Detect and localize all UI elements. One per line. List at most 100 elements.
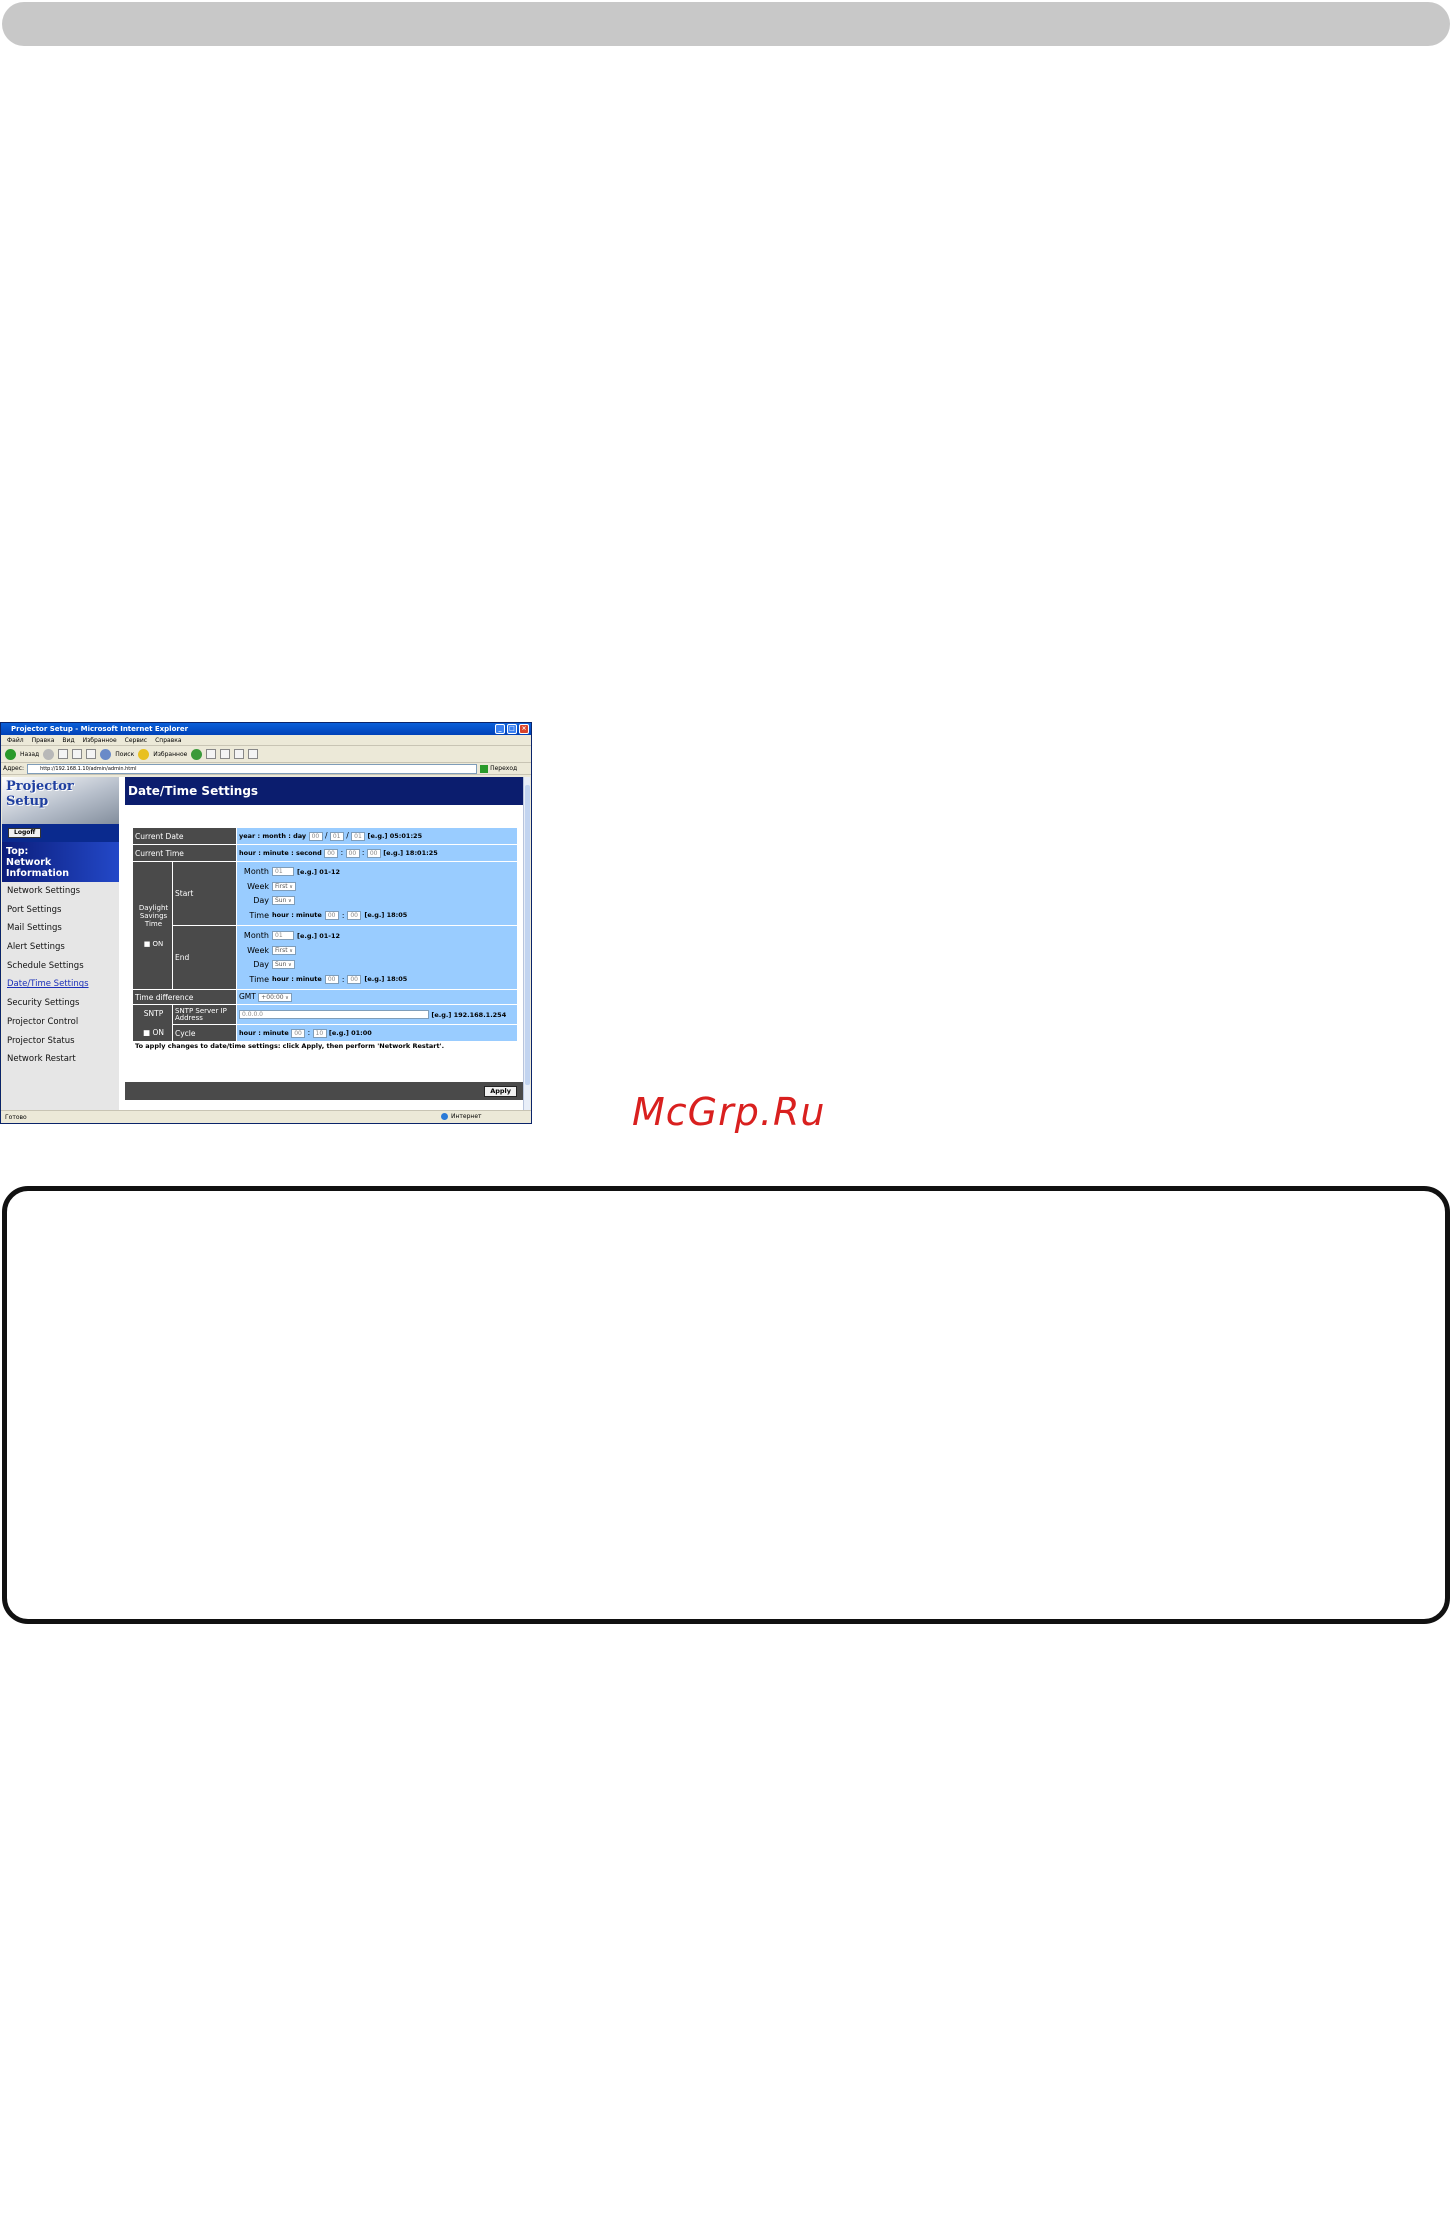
start-time-hour-input[interactable]: 00 <box>324 910 339 920</box>
sntp-on-checkbox[interactable]: ■ ON <box>135 1028 172 1037</box>
mail-icon[interactable] <box>206 749 217 759</box>
favorites-label[interactable]: Избранное <box>153 751 187 758</box>
watermark: McGrp.Ru <box>632 1090 826 1134</box>
zone-indicator: Интернет <box>441 1113 482 1120</box>
menu-bar: Файл Правка Вид Избранное Сервис Справка <box>1 735 531 746</box>
menu-tools[interactable]: Сервис <box>125 735 147 745</box>
sidebar-item-port-settings[interactable]: Port Settings <box>2 901 119 920</box>
forward-icon[interactable] <box>43 748 55 760</box>
end-month-input[interactable]: 01 <box>272 931 294 941</box>
end-week-select[interactable]: First <box>272 945 296 955</box>
print-icon[interactable] <box>220 749 231 759</box>
sidebar: Projector Setup Logoff Top: Network Info… <box>2 777 119 1110</box>
sidebar-item-projector-control[interactable]: Projector Control <box>2 1013 119 1032</box>
sidebar-item-schedule-settings[interactable]: Schedule Settings <box>2 957 119 976</box>
current-time-example: [e.g.] 18:01:25 <box>383 849 438 858</box>
top-title-3: Information <box>6 868 70 879</box>
top-title-1: Top: <box>6 846 29 857</box>
history-icon[interactable] <box>191 748 203 760</box>
start-month-label: Month <box>243 867 269 877</box>
sidebar-item-date-time-settings[interactable]: Date/Time Settings <box>2 975 119 994</box>
minimize-button[interactable]: _ <box>495 724 505 734</box>
sntp-label: SNTP <box>143 1009 164 1018</box>
sidebar-item-network-settings[interactable]: Network Settings <box>2 882 119 901</box>
stop-icon[interactable] <box>58 749 69 759</box>
top-network-information-link[interactable]: Top: Network Information <box>2 842 119 882</box>
maximize-button[interactable]: □ <box>507 724 517 734</box>
start-month-input[interactable]: 01 <box>272 867 294 877</box>
page-header-bar <box>2 2 1450 46</box>
go-button[interactable]: Переход <box>480 764 518 773</box>
start-time-minute-input[interactable]: 00 <box>347 910 362 920</box>
cycle-format: hour : minute <box>239 1029 289 1038</box>
menu-file[interactable]: Файл <box>7 735 24 745</box>
browser-window: Projector Setup - Microsoft Internet Exp… <box>0 722 532 1124</box>
scrollbar-thumb[interactable] <box>525 785 530 1085</box>
back-icon[interactable] <box>5 748 16 760</box>
end-time-minute-input[interactable]: 00 <box>347 974 362 984</box>
menu-view[interactable]: Вид <box>62 735 74 745</box>
sidebar-item-mail-settings[interactable]: Mail Settings <box>2 919 119 938</box>
sidebar-item-network-restart[interactable]: Network Restart <box>2 1050 119 1069</box>
zone-text: Интернет <box>451 1113 482 1120</box>
start-week-select[interactable]: First <box>272 881 296 891</box>
vertical-scrollbar[interactable] <box>523 777 530 1110</box>
logo-area: Projector Setup Logoff <box>2 777 119 842</box>
apply-button[interactable]: Apply <box>484 1086 517 1097</box>
go-arrow-icon <box>480 764 489 773</box>
end-day-select[interactable]: Sun <box>272 960 295 970</box>
current-time-minute-input[interactable]: 00 <box>345 848 360 858</box>
search-label[interactable]: Поиск <box>115 751 134 758</box>
end-time-example: [e.g.] 18:05 <box>364 975 408 984</box>
current-time-label: Current Time <box>132 844 237 862</box>
empty-note-frame <box>2 1186 1450 1624</box>
current-time-second-input[interactable]: 00 <box>366 848 381 858</box>
gmt-label: GMT <box>239 992 256 1002</box>
end-week-label: Week <box>247 945 269 955</box>
current-date-year-input[interactable]: 00 <box>308 831 323 841</box>
address-input[interactable]: http://192.168.1.10/admin/admin.html <box>27 763 478 774</box>
folder-icon[interactable] <box>248 749 259 759</box>
search-icon[interactable] <box>100 748 112 760</box>
menu-help[interactable]: Справка <box>155 735 181 745</box>
cycle-row: hour : minute 00 : 10 [e.g.] 01:00 <box>236 1024 518 1042</box>
logo-text: Projector Setup <box>6 779 74 809</box>
window-title: Projector Setup - Microsoft Internet Exp… <box>11 725 189 733</box>
sidebar-nav: Network Settings Port Settings Mail Sett… <box>2 882 119 1069</box>
main-panel: Date/Time Settings Current Date year : m… <box>125 777 523 1110</box>
dst-start-group: Month01[e.g.] 01-12 WeekFirst DaySun Tim… <box>236 861 518 926</box>
cycle-label: Cycle <box>172 1024 237 1042</box>
dst-on-checkbox[interactable]: ■ ON <box>135 940 172 948</box>
current-date-day-input[interactable]: 01 <box>351 831 366 841</box>
sidebar-item-alert-settings[interactable]: Alert Settings <box>2 938 119 957</box>
go-label: Переход <box>490 765 518 772</box>
edit-icon[interactable] <box>234 749 245 759</box>
sidebar-item-projector-status[interactable]: Projector Status <box>2 1032 119 1051</box>
start-time-format: hour : minute <box>272 911 322 920</box>
address-label: Адрес: <box>3 765 25 772</box>
favorites-icon[interactable] <box>138 748 150 760</box>
current-time-hour-input[interactable]: 00 <box>324 848 339 858</box>
cycle-hour-input[interactable]: 00 <box>291 1028 306 1038</box>
menu-edit[interactable]: Правка <box>32 735 55 745</box>
apply-bar: Apply <box>125 1082 523 1100</box>
close-button[interactable]: × <box>519 724 529 734</box>
menu-favorites[interactable]: Избранное <box>83 735 117 745</box>
time-difference-label: Time difference <box>132 989 237 1005</box>
back-label[interactable]: Назад <box>20 751 39 758</box>
logoff-button[interactable]: Logoff <box>8 828 42 838</box>
dst-label: Daylight Savings Time <box>138 903 169 928</box>
cycle-minute-input[interactable]: 10 <box>312 1028 327 1038</box>
end-time-label: Time <box>249 974 269 984</box>
sntp-server-row: 0.0.0.0 [e.g.] 192.168.1.254 <box>236 1004 518 1025</box>
end-time-hour-input[interactable]: 00 <box>324 974 339 984</box>
top-title-2: Network <box>6 857 52 868</box>
home-icon[interactable] <box>86 749 97 759</box>
start-day-select[interactable]: Sun <box>272 896 295 906</box>
sidebar-item-security-settings[interactable]: Security Settings <box>2 994 119 1013</box>
current-date-month-input[interactable]: 01 <box>329 831 344 841</box>
current-date-row: year : month : day 00 / 01 / 01 [e.g.] 0… <box>236 827 518 845</box>
refresh-icon[interactable] <box>72 749 83 759</box>
gmt-offset-select[interactable]: +00:00 <box>258 992 292 1002</box>
sntp-server-input[interactable]: 0.0.0.0 <box>239 1010 429 1020</box>
